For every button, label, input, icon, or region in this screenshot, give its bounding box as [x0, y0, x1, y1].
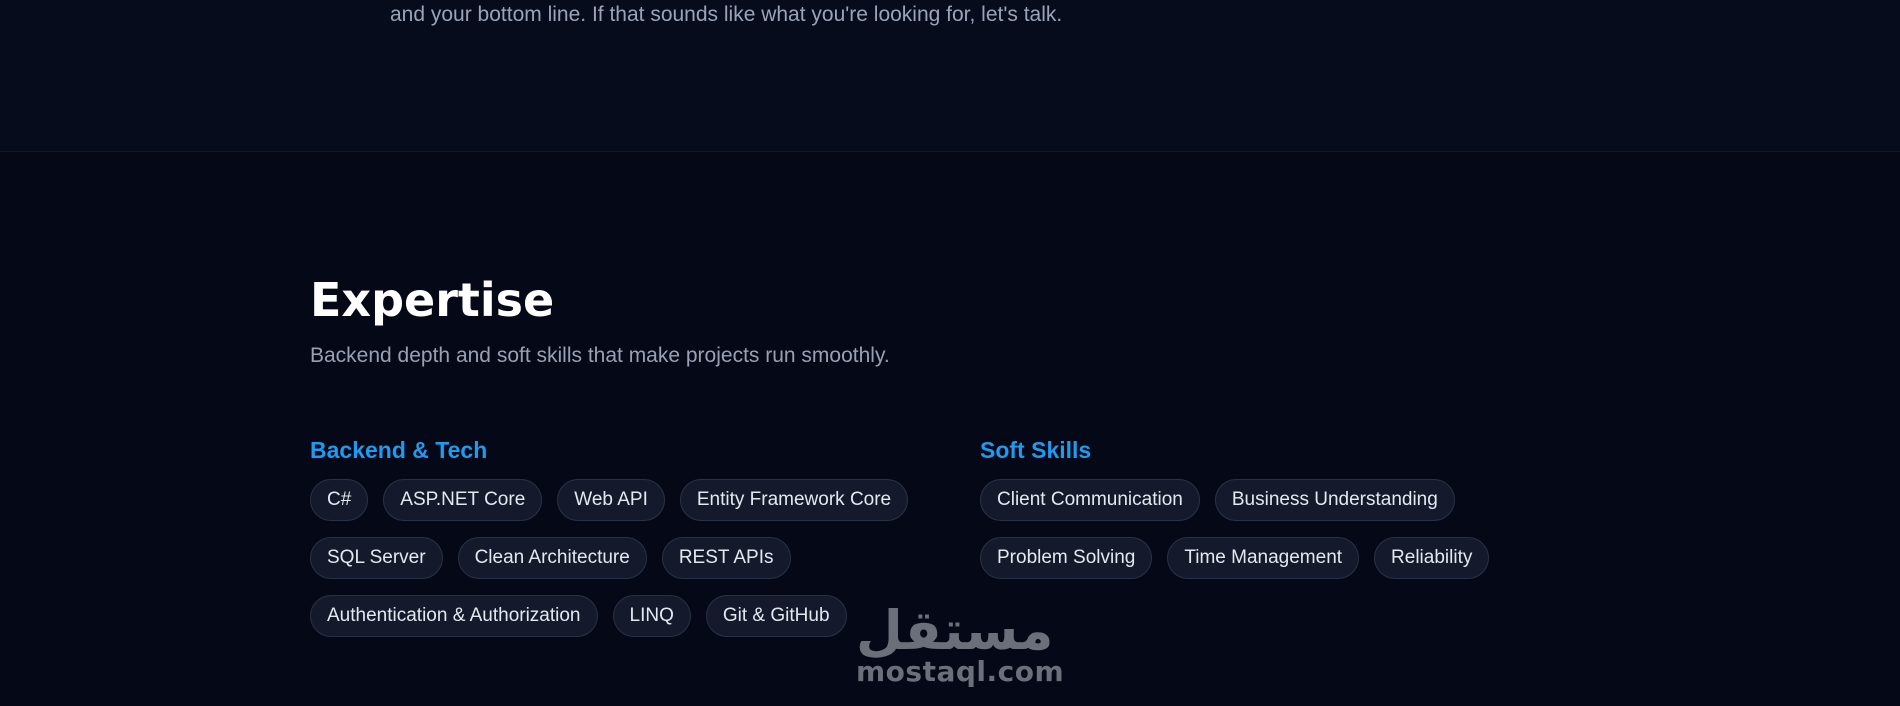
skill-chip-git-github[interactable]: Git & GitHub [705, 595, 847, 637]
skill-chip-client-communication[interactable]: Client Communication [980, 479, 1200, 521]
skill-chip-time-management[interactable]: Time Management [1167, 537, 1360, 579]
skill-chip-clean-architecture[interactable]: Clean Architecture [457, 537, 647, 579]
soft-skills-group: Soft Skills Client Communication Busines… [980, 435, 1540, 579]
watermark-arabic-logo: مستقل [856, 599, 1054, 662]
skill-chip-entity-framework-core[interactable]: Entity Framework Core [679, 479, 909, 521]
watermark-latin-text: mostaql.com [856, 655, 1065, 688]
skill-chip-business-understanding[interactable]: Business Understanding [1214, 479, 1455, 521]
about-text: and your bottom line. If that sounds lik… [390, 3, 1063, 26]
mostaql-watermark: مستقل mostaql.com [856, 599, 1065, 688]
section-subtitle: Backend depth and soft skills that make … [310, 344, 890, 367]
backend-skills-group: Backend & Tech C# ASP.NET Core Web API E… [310, 435, 930, 637]
skill-chip-csharp[interactable]: C# [310, 479, 369, 521]
skill-chip-reliability[interactable]: Reliability [1374, 537, 1490, 579]
soft-skill-chips: Client Communication Business Understand… [980, 479, 1540, 579]
skill-chip-web-api[interactable]: Web API [557, 479, 665, 521]
skill-chip-aspnet-core[interactable]: ASP.NET Core [383, 479, 543, 521]
soft-group-title: Soft Skills [980, 437, 1092, 463]
skill-chip-rest-apis[interactable]: REST APIs [661, 537, 791, 579]
backend-group-title: Backend & Tech [310, 437, 488, 463]
section-title: Expertise [310, 273, 555, 327]
skill-chip-linq[interactable]: LINQ [612, 595, 691, 637]
about-section: and your bottom line. If that sounds lik… [0, 0, 1900, 152]
skill-chip-authentication-authorization[interactable]: Authentication & Authorization [310, 595, 598, 637]
skill-chip-sql-server[interactable]: SQL Server [310, 537, 443, 579]
skill-chip-problem-solving[interactable]: Problem Solving [980, 537, 1153, 579]
backend-skill-chips: C# ASP.NET Core Web API Entity Framework… [310, 479, 930, 637]
